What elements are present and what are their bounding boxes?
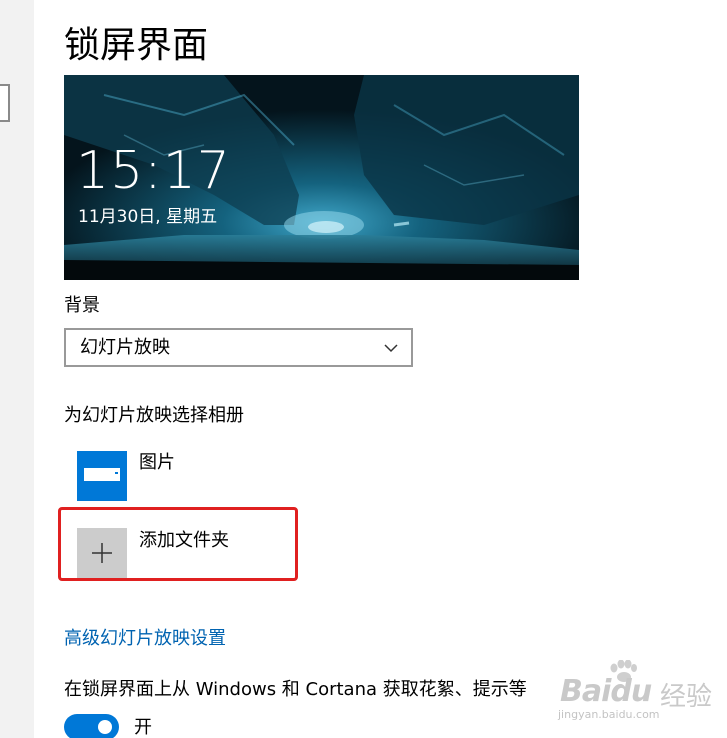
- annotation-highlight-box: [58, 507, 298, 581]
- pictures-folder-icon: [77, 451, 127, 501]
- sidebar: [0, 0, 34, 738]
- tips-setting-label: 在锁屏界面上从 Windows 和 Cortana 获取花絮、提示等: [64, 679, 527, 700]
- advanced-slideshow-settings-link[interactable]: 高级幻灯片放映设置: [64, 627, 226, 651]
- sidebar-search-box[interactable]: [0, 84, 10, 122]
- background-dropdown[interactable]: 幻灯片放映: [64, 328, 413, 367]
- preview-date: 11月30日, 星期五: [78, 207, 218, 227]
- chevron-down-icon: [384, 344, 398, 353]
- baidu-watermark: Baidu 经验 jingyan.baidu.com: [548, 660, 723, 721]
- album-item-label: 图片: [139, 452, 175, 473]
- tips-toggle-switch[interactable]: [64, 714, 119, 738]
- preview-clock-time: 15:17: [76, 141, 231, 201]
- background-dropdown-value: 幻灯片放映: [80, 337, 170, 358]
- watermark-brand-suffix: 经验: [660, 682, 713, 712]
- lock-screen-preview: 15:17 11月30日, 星期五: [64, 75, 579, 280]
- background-label: 背景: [64, 295, 100, 316]
- watermark-url: jingyan.baidu.com: [558, 708, 660, 721]
- toggle-knob: [98, 720, 112, 734]
- album-heading: 为幻灯片放映选择相册: [64, 405, 244, 426]
- settings-window: 锁屏界面 15:17 11月30日, 星期五 背景 幻灯片放映 为幻灯片放映选择…: [0, 0, 727, 738]
- album-item-pictures[interactable]: 图片: [77, 451, 377, 503]
- watermark-brand: Baidu: [560, 674, 652, 709]
- page-title: 锁屏界面: [64, 25, 209, 66]
- tips-toggle-state: 开: [134, 717, 152, 738]
